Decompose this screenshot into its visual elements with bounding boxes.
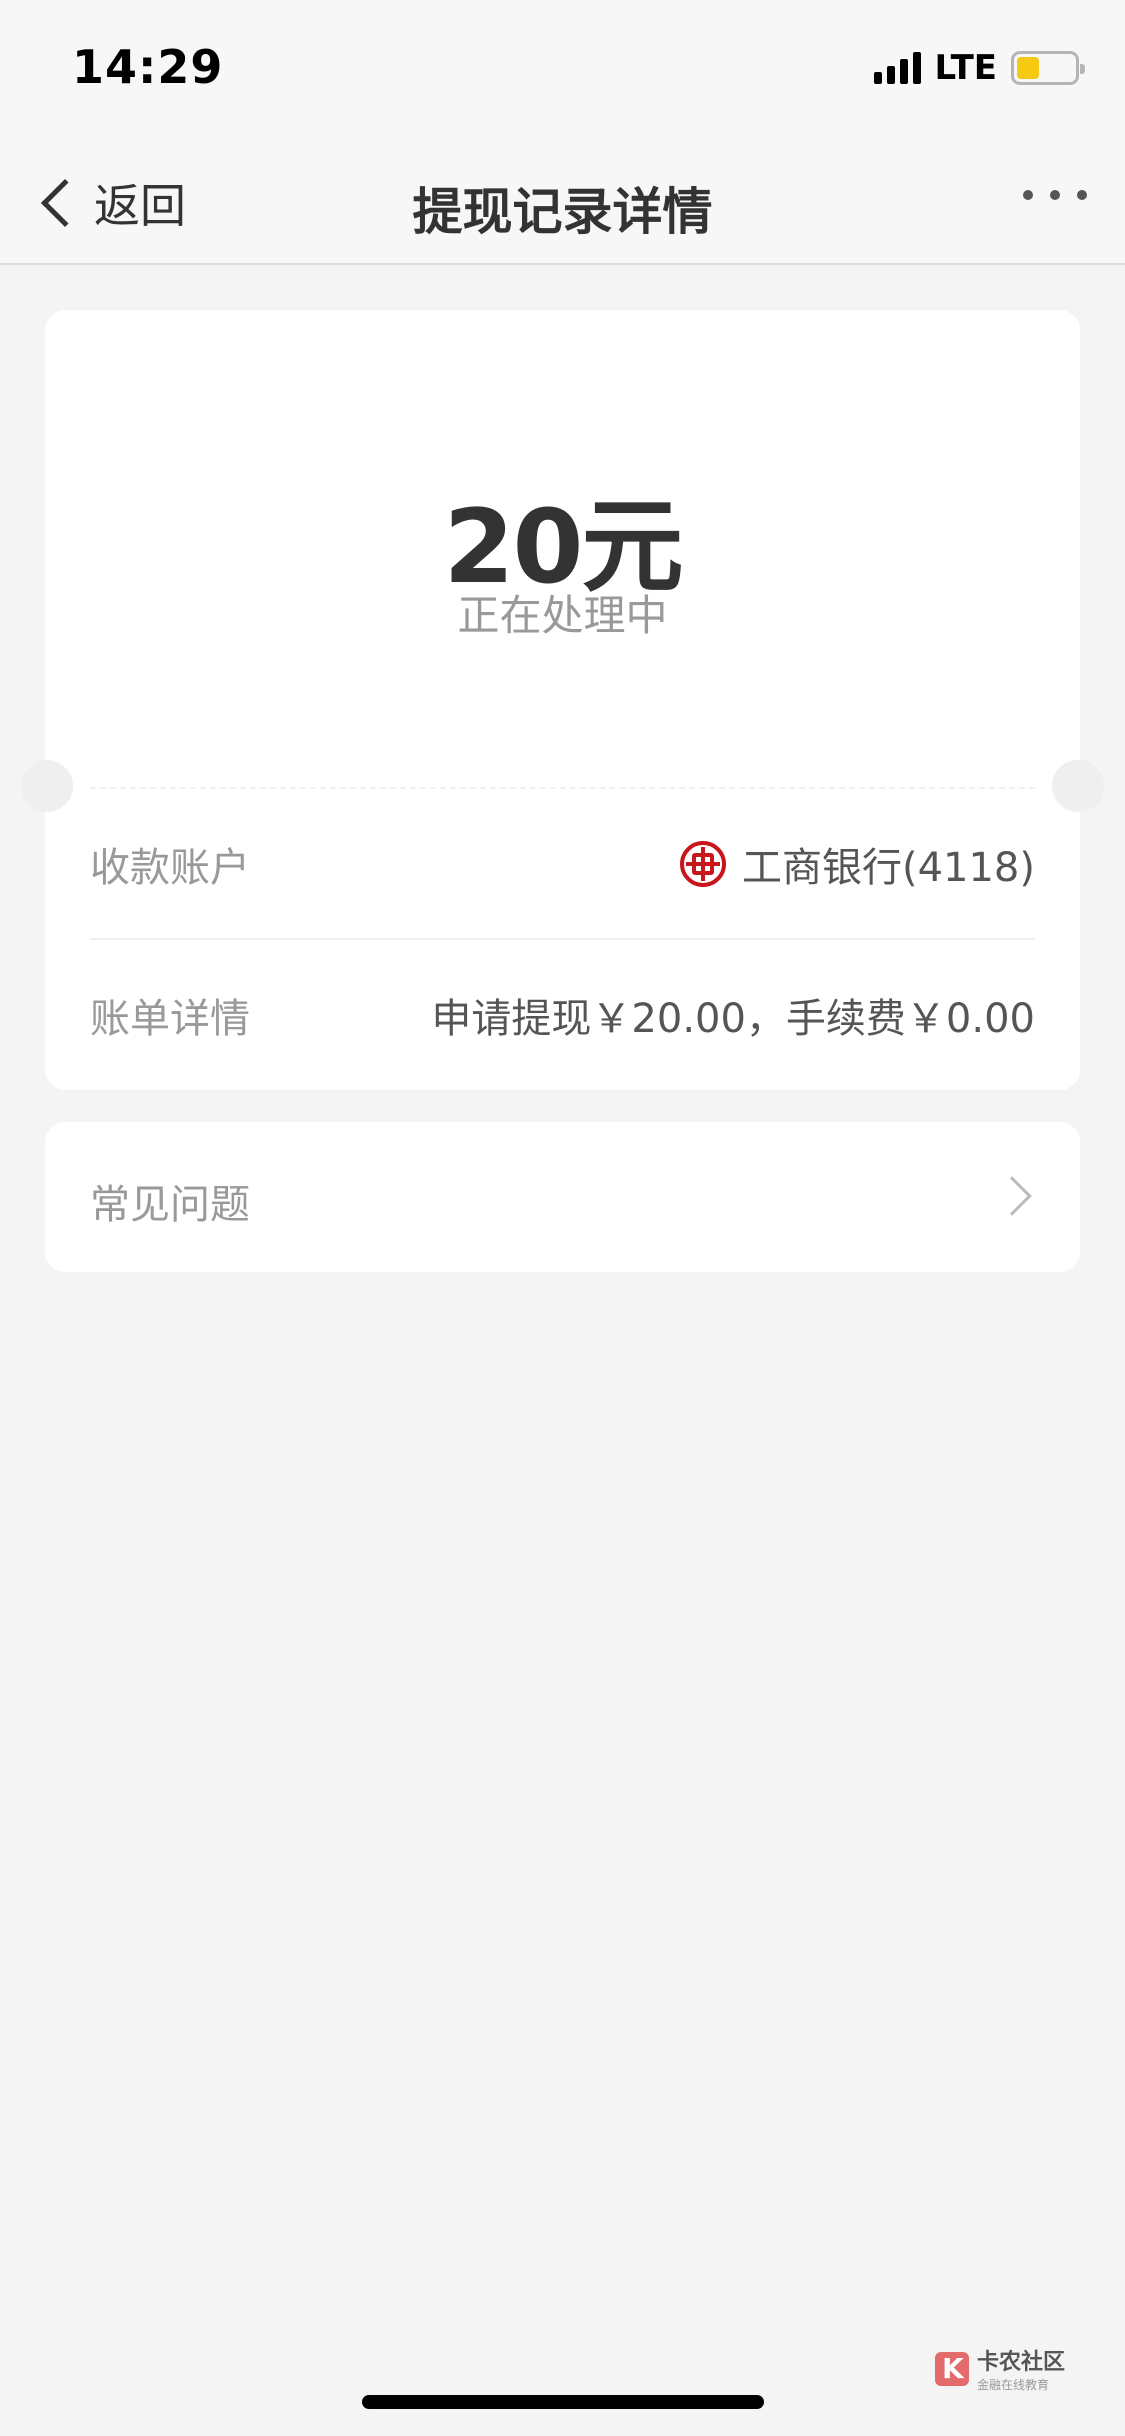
account-row: 收款账户 工商银行(4118)	[90, 790, 1035, 940]
status-icons: LTE	[873, 48, 1085, 88]
watermark: 卡农社区 金融在线教育	[934, 2344, 1065, 2393]
account-value: 工商银行(4118)	[741, 845, 1035, 891]
bill-row: 账单详情 申请提现￥20.00，手续费￥0.00	[90, 940, 1035, 1090]
signal-icon	[873, 52, 921, 84]
dashed-divider	[90, 787, 1035, 789]
status-bar: 14:29 LTE	[0, 0, 1125, 140]
card-notch-left	[21, 760, 73, 812]
account-value-group: 工商银行(4118)	[679, 835, 1035, 893]
battery-icon	[1011, 51, 1085, 85]
faq-label: 常见问题	[90, 1182, 250, 1228]
bill-label: 账单详情	[90, 996, 250, 1042]
icbc-logo-icon	[679, 841, 726, 887]
home-indicator[interactable]	[362, 2395, 764, 2409]
nav-bar: 返回 提现记录详情	[0, 140, 1125, 265]
kanong-logo-icon	[934, 2351, 969, 2386]
card-notch-right	[1052, 760, 1104, 812]
network-type: LTE	[934, 48, 997, 88]
watermark-title: 卡农社区	[976, 2350, 1065, 2375]
withdraw-status: 正在处理中	[457, 591, 668, 640]
status-time: 14:29	[72, 40, 224, 94]
watermark-subtitle: 金融在线教育	[976, 2378, 1049, 2392]
account-label: 收款账户	[90, 845, 250, 891]
chevron-right-icon	[992, 1176, 1032, 1216]
bill-value: 申请提现￥20.00，手续费￥0.00	[431, 996, 1035, 1042]
more-dots-icon[interactable]	[1023, 190, 1087, 200]
page-title: 提现记录详情	[412, 183, 713, 241]
withdraw-detail-card: 20元 正在处理中 收款账户 工商银行(4118) 账单详情 申请提现￥20.0…	[45, 310, 1080, 1090]
faq-row[interactable]: 常见问题	[45, 1122, 1080, 1272]
